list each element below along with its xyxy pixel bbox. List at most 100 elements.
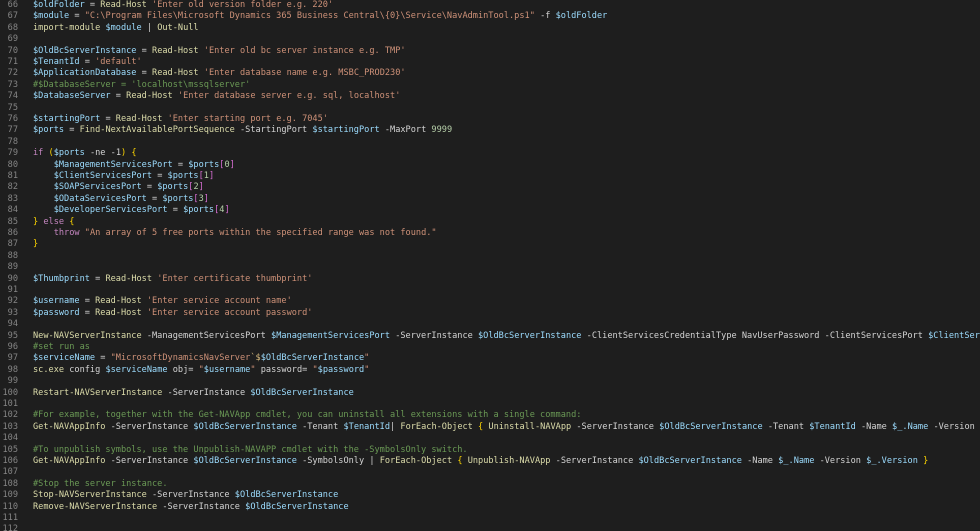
code-line[interactable]: 101 (0, 399, 980, 410)
code-token: Out-Null (157, 22, 199, 33)
code-line[interactable]: 95 New-NAVServerInstance -ManagementServi… (0, 331, 980, 342)
code-line[interactable]: 109 Stop-NAVServerInstance -ServerInstanc… (0, 490, 980, 501)
code-token: Read-Host (95, 307, 142, 318)
code-token: $serviceName (33, 353, 96, 364)
code-token: #To unpublish symbols, use the Unpublish… (33, 444, 468, 455)
code-line[interactable]: 69 (0, 34, 980, 45)
code-token: $OldBcServerInstance (193, 456, 297, 466)
code-text: $OldBcServerInstance = Read-Host 'Enter … (33, 46, 406, 57)
code-token: $ODataServicesPort (53, 193, 147, 204)
code-line[interactable]: 82 $SOAPServicesPort = $ports[2] (0, 182, 980, 193)
code-line[interactable]: 107 (0, 467, 980, 478)
code-line[interactable]: 104 (0, 433, 980, 444)
code-text: $DatabaseServer = Read-Host 'Enter datab… (33, 91, 400, 102)
code-text: #$DatabaseServer = 'localhost\mssqlserve… (33, 80, 250, 91)
code-token: throw (53, 228, 80, 238)
line-number: 71 (7, 57, 18, 67)
code-line[interactable]: 88 (0, 251, 980, 262)
code-token: $DatabaseServer (33, 91, 111, 102)
code-line[interactable]: 83 $ODataServicesPort = $ports[3] (0, 194, 980, 205)
code-token: if (33, 148, 44, 159)
code-token: Read-Host (95, 296, 142, 307)
code-text: $startingPort = Read-Host 'Enter startin… (33, 114, 328, 125)
code-line[interactable]: 102 #For example, together with the Get-N… (0, 410, 980, 421)
code-line[interactable]: 78 (0, 137, 980, 148)
code-token: Find-NextAvailablePortSequence (79, 125, 235, 136)
code-token: $ports (157, 182, 189, 193)
code-line[interactable]: 103 Get-NAVAppInfo -ServerInstance $OldBc… (0, 422, 980, 433)
code-token: $serviceName (105, 364, 168, 375)
code-token: #For example, together with the Get-NAVA… (33, 410, 582, 421)
code-text: $password = Read-Host 'Enter service acc… (33, 308, 312, 319)
code-line[interactable]: 76 $startingPort = Read-Host 'Enter start… (0, 114, 980, 125)
code-line[interactable]: 99 (0, 376, 980, 387)
code-line[interactable]: 94 (0, 319, 980, 330)
code-line[interactable]: 90 $Thumbprint = Read-Host 'Enter certifi… (0, 274, 980, 285)
code-line[interactable]: 70 $OldBcServerInstance = Read-Host 'Ente… (0, 46, 980, 57)
code-line[interactable]: 92 $username = Read-Host 'Enter service a… (0, 296, 980, 307)
code-line[interactable]: 87} (0, 239, 980, 250)
code-line[interactable]: 108 #Stop the server instance. (0, 479, 980, 490)
code-line[interactable]: 98 sc.exe config $serviceName obj= " $user… (0, 365, 980, 376)
line-number: 92 (7, 296, 18, 307)
code-token: "MicrosoftDynamicsNavServer (110, 353, 251, 364)
code-token: password= (255, 364, 313, 375)
code-token: $OldBcServerInstance (193, 421, 297, 432)
code-token: NavUserPassword (741, 330, 820, 341)
code-line[interactable]: 89 (0, 262, 980, 273)
code-line[interactable]: 91 (0, 285, 980, 296)
code-line[interactable]: 97 $serviceName = "MicrosoftDynamicsNavSe… (0, 353, 980, 364)
code-line[interactable]: 93 $password = Read-Host 'Enter service a… (0, 308, 980, 319)
code-text: } else { (33, 217, 74, 228)
code-token: $OldBcServerInstance (33, 45, 137, 56)
code-line[interactable]: 110 Remove-NAVServerInstance -ServerInsta… (0, 502, 980, 513)
code-line[interactable]: 85} else { (0, 217, 980, 228)
code-line[interactable]: 106 Get-NAVAppInfo -ServerInstance $OldBc… (0, 456, 980, 467)
code-line[interactable]: 71 $TenantId = 'default' (0, 57, 980, 68)
line-number: 77 (7, 125, 18, 136)
code-line[interactable]: 66 $oldFolder = Read-Host 'Enter old vers… (0, 0, 980, 11)
code-line[interactable]: 79 if ($ports -ne -1) { (0, 148, 980, 159)
code-token: -ne -1 (84, 148, 121, 159)
code-text: sc.exe config $serviceName obj= " $userna… (33, 365, 369, 376)
code-text: $DeveloperServicesPort = $ports[4] (33, 205, 230, 216)
code-line[interactable]: 75 (0, 103, 980, 114)
code-token: ForEach-Object (400, 421, 473, 432)
code-line[interactable]: 67 $module = "C:\Program Files\Microsoft … (0, 11, 980, 22)
code-line[interactable]: 80 $ManagementServicesPort = $ports[0] (0, 160, 980, 171)
code-line[interactable]: 112 (0, 524, 980, 531)
code-token: -ClientServicesCredentialType (581, 330, 742, 341)
code-editor[interactable]: 66 $oldFolder = Read-Host 'Enter old vers… (0, 0, 980, 531)
line-number: 102 (2, 410, 18, 421)
code-line[interactable]: 72 $ApplicationDatabase = Read-Host 'Ente… (0, 68, 980, 79)
code-token: " (364, 364, 370, 375)
code-line[interactable]: 77 $ports = Find-NextAvailablePortSequenc… (0, 125, 980, 136)
code-line[interactable]: 86 throw "An array of 5 free ports withi… (0, 228, 980, 239)
code-line[interactable]: 96 #set run as (0, 342, 980, 353)
code-line[interactable]: 74 $DatabaseServer = Read-Host 'Enter dat… (0, 91, 980, 102)
code-line[interactable]: 100 Restart-NAVServerInstance -ServerInst… (0, 388, 980, 399)
code-text: Get-NAVAppInfo -ServerInstance $OldBcSer… (33, 422, 980, 433)
line-number: 97 (7, 353, 18, 364)
code-token: $_ (866, 456, 877, 466)
code-token: $module (105, 22, 142, 33)
code-token: Read-Host (152, 68, 199, 79)
code-token: 'Enter starting port e.g. 7045' (167, 114, 328, 124)
code-token: ForEach-Object (379, 456, 453, 466)
code-line[interactable]: 68 import-module $module | Out-Null (0, 23, 980, 34)
line-number: 110 (2, 501, 18, 512)
code-token: import-module (33, 22, 101, 33)
code-token: = (141, 182, 158, 193)
code-text: #Stop the server instance. (33, 479, 168, 490)
code-line[interactable]: 81 $ClientServicesPort = $ports[1] (0, 171, 980, 182)
code-token: = (69, 11, 85, 22)
code-token: = (95, 353, 111, 364)
code-line[interactable]: 84 $DeveloperServicesPort = $ports[4] (0, 205, 980, 216)
code-token: $OldBcServerInstance (245, 501, 349, 512)
code-text: $module = "C:\Program Files\Microsoft Dy… (33, 11, 607, 22)
code-token: $OldBcServerInstance (477, 330, 582, 341)
code-line[interactable]: 73 #$DatabaseServer = 'localhost\mssqlser… (0, 80, 980, 91)
code-line[interactable]: 111 (0, 513, 980, 524)
line-number: 72 (7, 68, 18, 79)
code-line[interactable]: 105 #To unpublish symbols, use the Unpubl… (0, 445, 980, 456)
